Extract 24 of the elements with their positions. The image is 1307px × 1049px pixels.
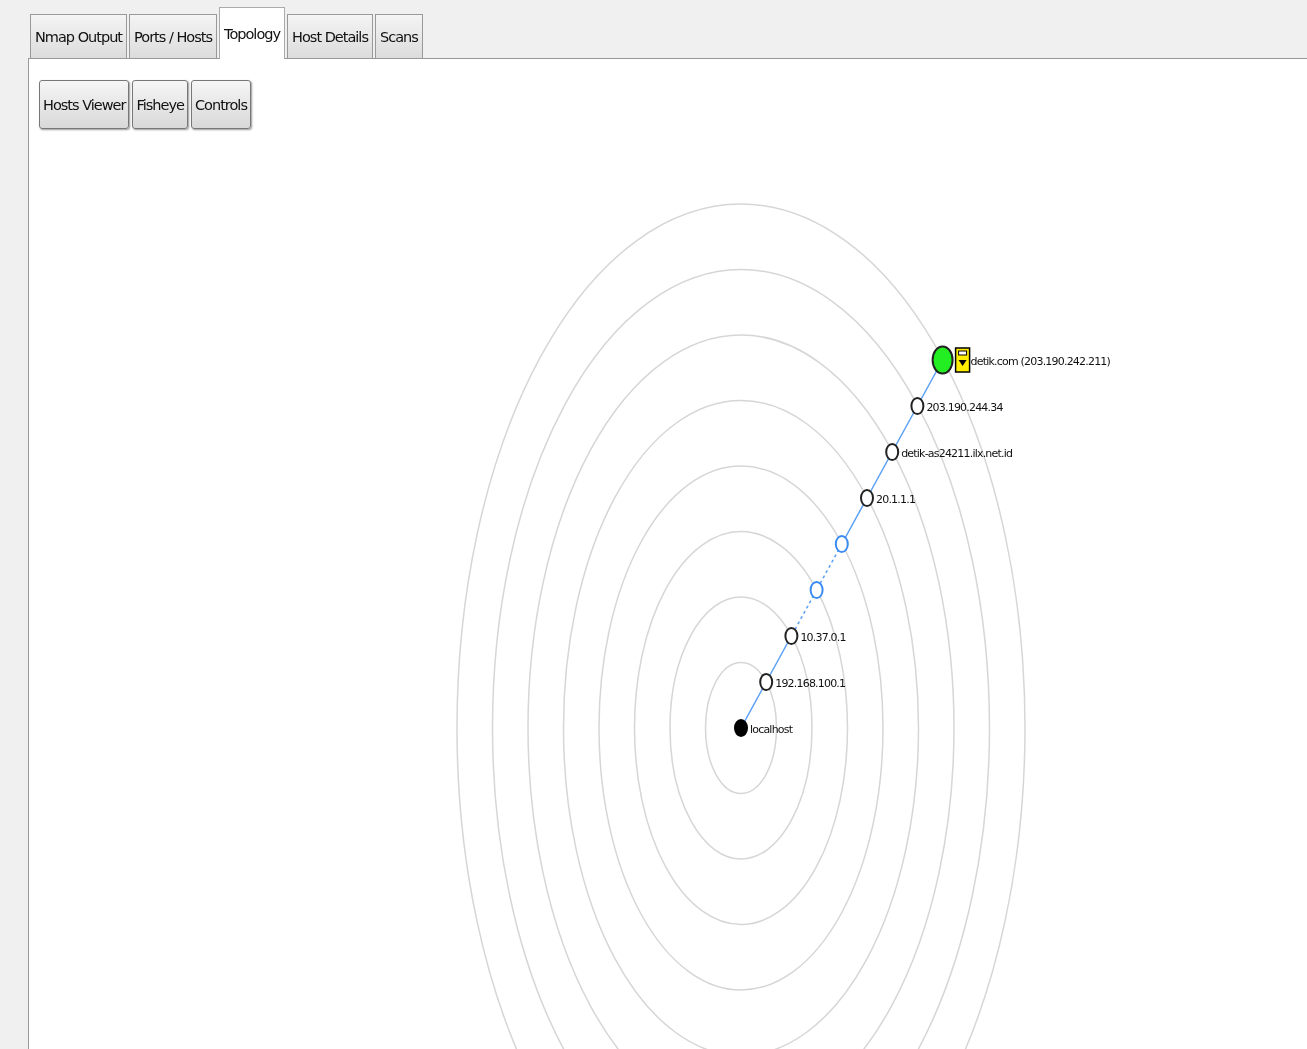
host-node[interactable]	[759, 672, 774, 692]
host-node[interactable]	[931, 345, 954, 375]
tab[interactable]: Nmap Output	[30, 14, 128, 58]
host-label: 192.168.100.1	[775, 677, 846, 690]
tab[interactable]: Scans	[374, 14, 423, 58]
host-node[interactable]	[809, 580, 824, 600]
host-label: localhost	[750, 723, 793, 736]
toolbar-button[interactable]: Hosts Viewer	[39, 80, 130, 129]
host-node[interactable]	[860, 488, 874, 508]
host-label: detik.com (203.190.242.211)	[970, 355, 1111, 368]
host-label: detik-as24211.ilx.net.id	[901, 447, 1013, 460]
host-label: 10.37.0.1	[800, 631, 846, 644]
host-node[interactable]	[885, 442, 900, 462]
tab[interactable]: Topology	[219, 7, 286, 59]
host-label: 203.190.244.34	[926, 401, 1003, 414]
host-node[interactable]	[910, 396, 925, 416]
host-label: 20.1.1.1	[876, 493, 916, 506]
host-node[interactable]	[734, 718, 748, 738]
toolbar-button[interactable]: Controls	[190, 80, 251, 129]
host-node[interactable]	[784, 626, 799, 646]
toolbar-button[interactable]: Fisheye	[132, 80, 188, 129]
tab[interactable]: Host Details	[287, 14, 373, 58]
tab[interactable]: Ports / Hosts	[129, 14, 218, 58]
host-node[interactable]	[834, 534, 849, 554]
